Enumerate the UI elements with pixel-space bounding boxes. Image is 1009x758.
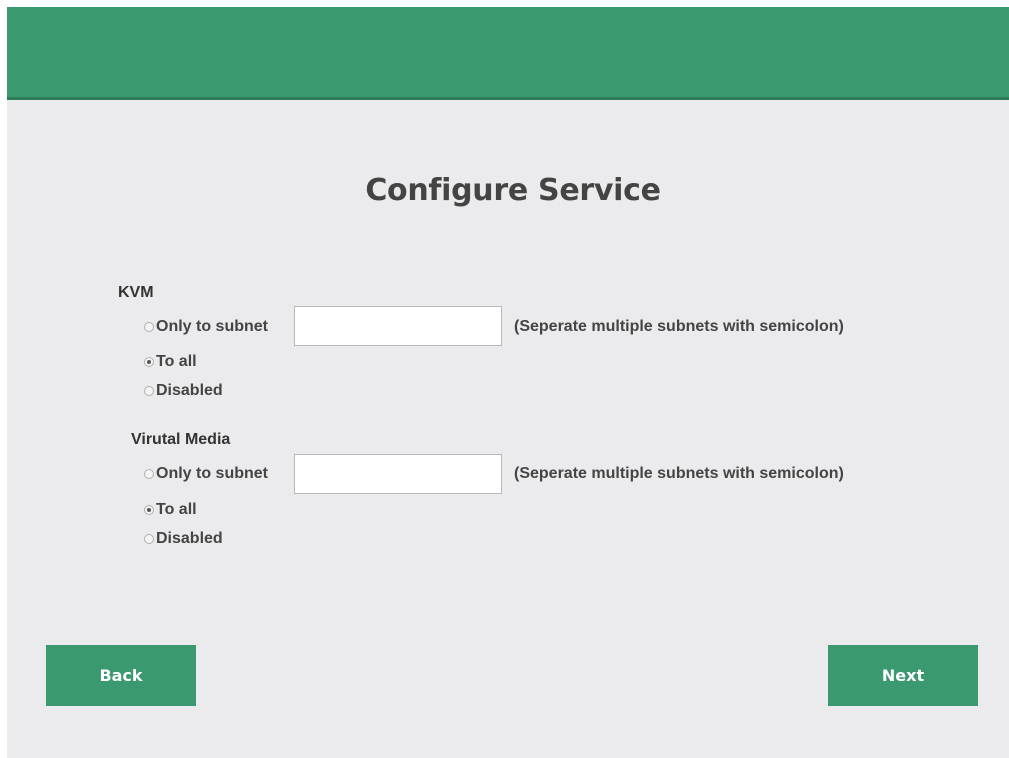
- virtual-media-subnet-input[interactable]: [294, 454, 502, 494]
- radio-label: Only to subnet: [156, 318, 268, 335]
- radio-label: Disabled: [156, 530, 223, 547]
- kvm-section-label: KVM: [118, 284, 154, 301]
- radio-checked-icon[interactable]: [144, 357, 154, 367]
- virtual-media-subnet-hint: (Seperate multiple subnets with semicolo…: [514, 465, 844, 482]
- virtual-media-radio-disabled[interactable]: Disabled: [144, 530, 223, 548]
- kvm-radio-to-all[interactable]: To all: [144, 353, 197, 371]
- radio-icon[interactable]: [144, 386, 154, 396]
- kvm-subnet-hint: (Seperate multiple subnets with semicolo…: [514, 318, 844, 335]
- virtual-media-radio-to-all[interactable]: To all: [144, 501, 197, 519]
- radio-label: To all: [156, 353, 197, 370]
- radio-checked-icon[interactable]: [144, 505, 154, 515]
- radio-icon[interactable]: [144, 534, 154, 544]
- radio-label: To all: [156, 501, 197, 518]
- virtual-media-radio-only-subnet[interactable]: Only to subnet: [144, 465, 268, 483]
- kvm-subnet-input[interactable]: [294, 306, 502, 346]
- radio-label: Disabled: [156, 382, 223, 399]
- back-button[interactable]: Back: [46, 645, 196, 706]
- next-button[interactable]: Next: [828, 645, 978, 706]
- radio-label: Only to subnet: [156, 465, 268, 482]
- header-bar: [7, 7, 1009, 100]
- kvm-radio-only-subnet[interactable]: Only to subnet: [144, 318, 268, 336]
- radio-icon[interactable]: [144, 469, 154, 479]
- kvm-radio-disabled[interactable]: Disabled: [144, 382, 223, 400]
- virtual-media-section-label: Virutal Media: [131, 431, 231, 448]
- page-frame: Configure Service KVM Only to subnet (Se…: [7, 7, 1009, 758]
- page-title: Configure Service: [365, 173, 661, 208]
- radio-icon[interactable]: [144, 322, 154, 332]
